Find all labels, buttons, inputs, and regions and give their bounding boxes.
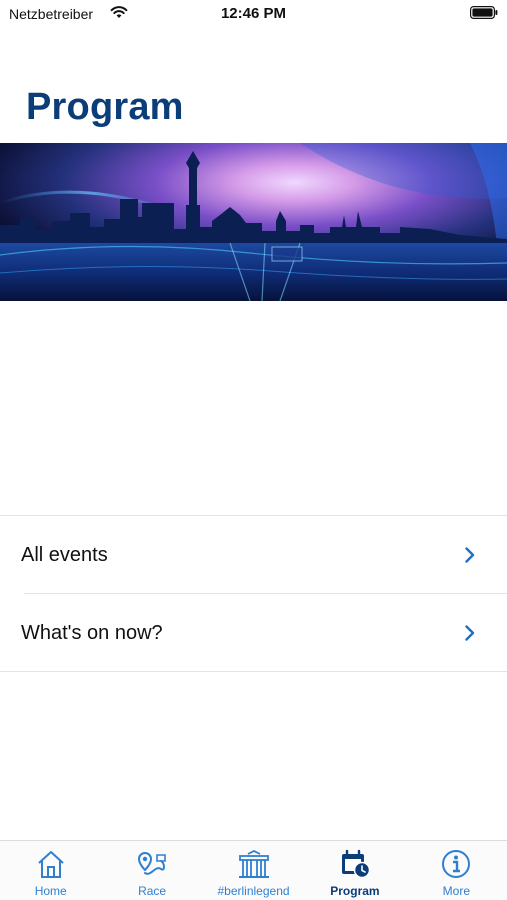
tab-more-label: More <box>442 884 470 898</box>
berlin-skyline-image <box>0 143 507 301</box>
tab-program[interactable]: Program <box>304 841 405 900</box>
tab-race-label: Race <box>138 884 167 898</box>
tab-home[interactable]: Home <box>0 841 101 900</box>
race-route-icon <box>135 849 169 879</box>
tab-program-label: Program <box>330 884 380 898</box>
whats-on-now-row[interactable]: What's on now? <box>0 594 507 671</box>
info-icon <box>439 849 473 879</box>
status-time: 12:46 PM <box>220 5 287 22</box>
tab-berlinlegend-label: #berlinlegend <box>217 884 290 898</box>
tab-home-label: Home <box>34 884 67 898</box>
program-menu-list: All events What's on now? <box>0 515 507 672</box>
home-icon <box>34 849 68 879</box>
status-bar: Netzbetreiber 12:46 PM <box>0 0 507 30</box>
brandenburg-gate-icon <box>237 849 271 879</box>
divider <box>0 671 507 672</box>
page-title: Program <box>26 86 184 128</box>
tab-more[interactable]: More <box>406 841 507 900</box>
tab-race[interactable]: Race <box>101 841 202 900</box>
calendar-clock-icon <box>338 849 372 879</box>
whats-on-now-label: What's on now? <box>21 622 163 644</box>
all-events-label: All events <box>21 544 108 566</box>
all-events-row[interactable]: All events <box>0 516 507 593</box>
chevron-right-icon <box>464 624 476 642</box>
battery-icon <box>470 6 498 20</box>
tab-berlinlegend[interactable]: #berlinlegend <box>203 841 304 900</box>
chevron-right-icon <box>464 546 476 564</box>
tab-bar: Home Race #berlinlegend Program More <box>0 840 507 900</box>
